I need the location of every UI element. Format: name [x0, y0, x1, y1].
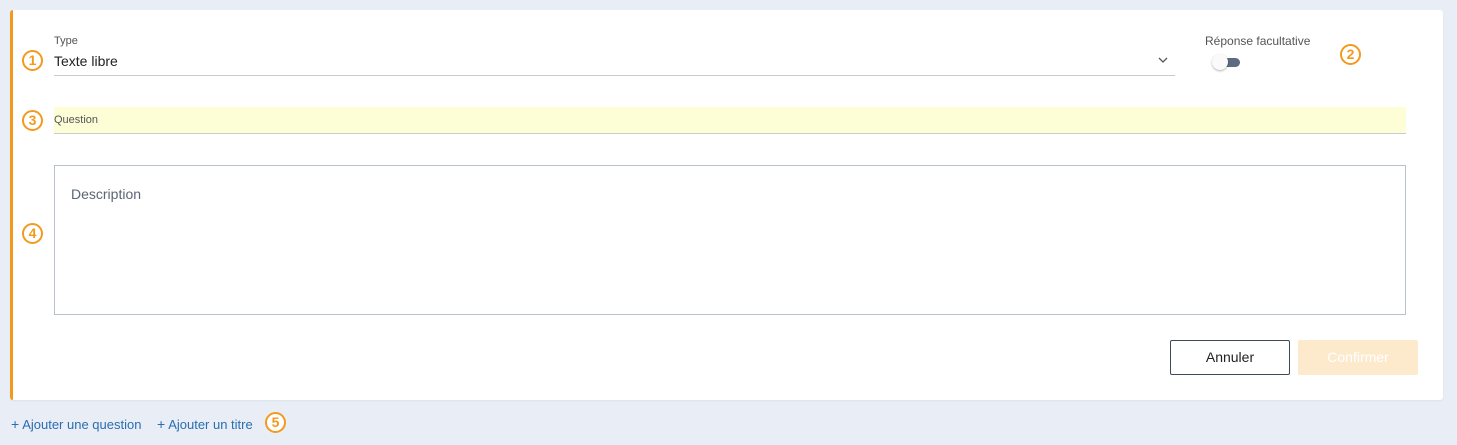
plus-icon: + — [11, 416, 20, 432]
confirm-button[interactable]: Confirmer — [1298, 340, 1418, 375]
type-selected-value: Texte libre — [54, 53, 118, 69]
type-select[interactable]: Texte libre — [54, 50, 1175, 76]
add-title-label: Ajouter un titre — [168, 417, 253, 432]
add-question-link[interactable]: + Ajouter une question — [11, 416, 141, 432]
annotation-marker-2: 2 — [1340, 44, 1361, 65]
plus-icon: + — [157, 416, 166, 432]
annotation-marker-4: 4 — [22, 223, 43, 244]
annotation-marker-3: 3 — [22, 110, 43, 131]
optional-answer-label: Réponse facultative — [1205, 34, 1311, 48]
chevron-down-icon — [1158, 57, 1168, 63]
question-input[interactable]: Question — [54, 107, 1406, 134]
question-label: Question — [54, 114, 99, 126]
type-label: Type — [54, 35, 78, 47]
description-textarea[interactable]: Description — [54, 165, 1406, 315]
add-title-link[interactable]: + Ajouter un titre — [157, 416, 253, 432]
annotation-marker-1: 1 — [22, 50, 43, 71]
cancel-button[interactable]: Annuler — [1170, 340, 1290, 375]
toggle-knob — [1212, 54, 1228, 70]
add-question-label: Ajouter une question — [22, 417, 142, 432]
question-editor-card: Type Texte libre Réponse facultative Que… — [10, 10, 1443, 400]
description-placeholder: Description — [71, 186, 142, 202]
optional-answer-toggle[interactable] — [1212, 54, 1244, 70]
annotation-marker-5: 5 — [265, 412, 286, 433]
